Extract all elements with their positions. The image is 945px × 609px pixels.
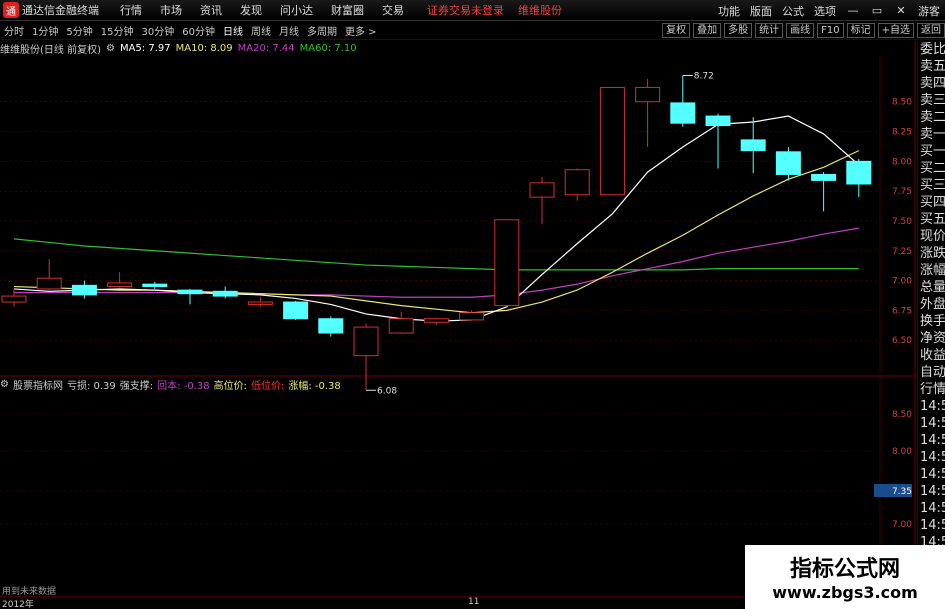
candle-body bbox=[283, 301, 309, 320]
price-tick-label: 6.75 bbox=[892, 306, 912, 316]
side-item: 14:55 bbox=[920, 416, 945, 431]
side-item: 收益 bbox=[920, 348, 945, 363]
side-item: 买二 bbox=[920, 161, 945, 176]
side-item: 卖二 bbox=[920, 110, 945, 125]
side-item: 自动 bbox=[920, 365, 945, 380]
side-item: 总量 bbox=[920, 280, 945, 295]
candle-body bbox=[247, 301, 273, 305]
side-item: 外盘 bbox=[920, 297, 945, 312]
side-item: 14:56 bbox=[920, 484, 945, 499]
price-tick-label: 7.00 bbox=[892, 277, 912, 287]
price-tick-label: 7.50 bbox=[892, 217, 912, 227]
indicator-tick-label: 7.35 bbox=[892, 487, 912, 497]
side-item: 换手 bbox=[920, 314, 945, 329]
candle-body bbox=[71, 284, 97, 296]
quote-side-panel: 委比 卖五 卖四 卖三 卖二 卖一 买一 买二 买三 买四 买五 现价 涨跌 涨… bbox=[917, 41, 945, 581]
candle-body bbox=[494, 219, 520, 307]
side-item: 买三 bbox=[920, 178, 945, 193]
candle-body bbox=[740, 139, 766, 152]
candle-body bbox=[36, 277, 62, 290]
side-item: 14:56 bbox=[920, 501, 945, 516]
watermark-url: www.zbgs3.com bbox=[772, 583, 918, 602]
high-price-label: 8.72 bbox=[694, 72, 714, 82]
candle-body bbox=[846, 160, 872, 185]
candle-body bbox=[459, 312, 485, 321]
candle-body bbox=[388, 318, 414, 334]
candle-body bbox=[705, 115, 731, 127]
side-item: 14:55 bbox=[920, 433, 945, 448]
price-tick-label: 7.75 bbox=[892, 187, 912, 197]
price-axis: 8.50 8.25 8.00 7.75 7.50 7.25 7.00 6.75 6.50 bbox=[892, 98, 912, 346]
ma20-line bbox=[14, 227, 859, 298]
candle-body bbox=[1, 295, 27, 303]
moving-averages bbox=[13, 115, 860, 322]
chart-annotations: 8.72 6.08 bbox=[366, 72, 714, 396]
candle-body bbox=[318, 318, 344, 334]
price-tick-label: 8.50 bbox=[892, 98, 912, 108]
candle-body bbox=[811, 173, 837, 181]
candle-body bbox=[142, 283, 168, 288]
indicator-tick-label: 7.00 bbox=[892, 520, 912, 530]
low-price-label: 6.08 bbox=[377, 386, 397, 396]
month-label: 11 bbox=[468, 597, 480, 607]
side-item: 卖一 bbox=[920, 127, 945, 142]
candle-body bbox=[599, 86, 625, 196]
chart-grid bbox=[0, 41, 916, 596]
ma10-line bbox=[13, 150, 860, 314]
side-item: 涨跌 bbox=[920, 246, 945, 261]
candle-body bbox=[670, 102, 696, 124]
candle-body bbox=[529, 182, 555, 198]
ma60-line bbox=[13, 238, 859, 271]
candle-body bbox=[775, 151, 801, 175]
side-item: 净资 bbox=[920, 331, 945, 346]
candle-body bbox=[564, 169, 590, 196]
side-item: 行情 bbox=[920, 382, 945, 397]
candle-body bbox=[212, 290, 238, 297]
year-label: 2012年 bbox=[2, 600, 34, 609]
price-tick-label: 8.00 bbox=[892, 157, 912, 167]
price-tick-label: 8.25 bbox=[892, 128, 912, 138]
price-chart[interactable]: 8.50 8.25 8.00 7.75 7.50 7.25 7.00 6.75 6.50 8.7… bbox=[0, 0, 945, 609]
side-item: 买五 bbox=[920, 212, 945, 227]
side-item: 14:56 bbox=[920, 450, 945, 465]
candle-body bbox=[353, 326, 379, 357]
candle-body bbox=[177, 289, 203, 295]
side-item: 卖四 bbox=[920, 76, 945, 91]
trading-terminal: 通 通达信金融终端 行情 市场 资讯 发现 问小达 财富圈 交易 证券交易未登录… bbox=[0, 0, 945, 609]
candle-body bbox=[635, 86, 661, 103]
side-item: 卖五 bbox=[920, 59, 945, 74]
candle-body bbox=[423, 318, 449, 323]
watermark-title: 指标公式网 bbox=[789, 557, 900, 582]
indicator-tick-label: 8.50 bbox=[892, 410, 912, 420]
price-tick-label: 7.25 bbox=[892, 247, 912, 257]
side-item: 卖三 bbox=[920, 93, 945, 108]
side-item: 现价 bbox=[920, 229, 945, 244]
side-item: 14:55 bbox=[920, 399, 945, 414]
side-item: 委比 bbox=[920, 42, 945, 57]
side-item: 涨幅 bbox=[920, 263, 945, 278]
candle-body bbox=[107, 282, 133, 288]
side-item: 买一 bbox=[920, 144, 945, 159]
indicator-tick-label: 8.00 bbox=[892, 447, 912, 457]
side-item: 14:56 bbox=[920, 467, 945, 482]
watermark: 指标公式网 www.zbgs3.com bbox=[745, 545, 945, 609]
side-item: 14:56 bbox=[920, 518, 945, 533]
price-tick-label: 6.50 bbox=[892, 336, 912, 346]
side-item: 买四 bbox=[920, 195, 945, 210]
